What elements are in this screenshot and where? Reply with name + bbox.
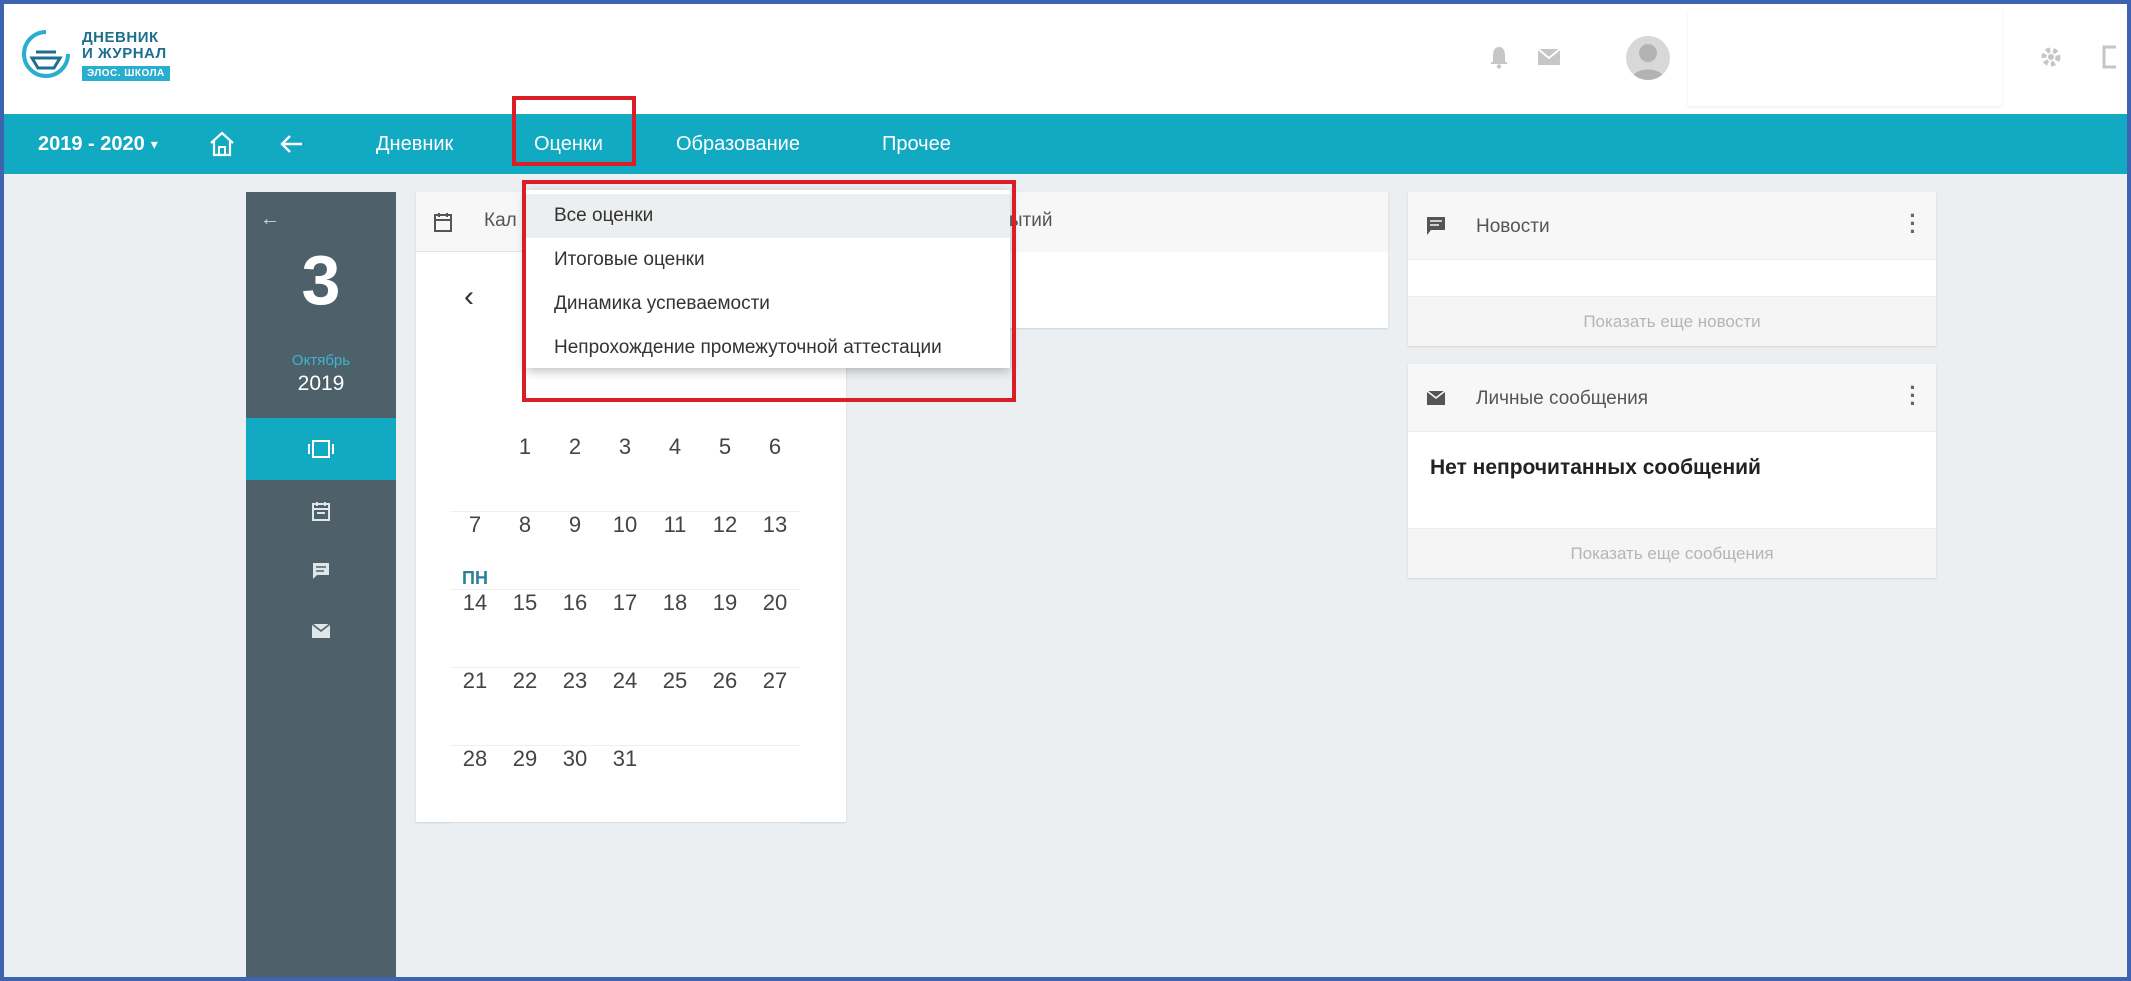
avatar[interactable] <box>1626 36 1670 80</box>
logo-line2: И ЖУРНАЛ <box>82 45 167 62</box>
logo-badge: ЭЛОС. ШКОЛА <box>82 66 170 81</box>
gear-icon[interactable] <box>2034 40 2068 74</box>
back-arrow-icon[interactable] <box>280 114 304 174</box>
sidebar-month: Октябрь <box>291 352 351 369</box>
mail-icon[interactable] <box>1532 40 1566 74</box>
calendar-day[interactable]: 5 <box>700 434 750 512</box>
calendar-icon <box>434 213 452 232</box>
kebab-menu-icon[interactable]: · · · <box>1908 377 1918 415</box>
logo-line1: ДНЕВНИК <box>82 29 159 46</box>
calendar-day[interactable]: 27 <box>750 668 800 746</box>
calendar-day[interactable]: 4 <box>650 434 700 512</box>
calendar-day[interactable]: 19 <box>700 590 750 668</box>
messages-title: Личные сообщения <box>1476 388 1649 409</box>
sidebar-year: 2019 <box>297 372 345 395</box>
calendar-empty-cell <box>450 434 500 512</box>
sidebar-day: 3 <box>301 241 341 319</box>
comment-icon <box>1427 217 1445 235</box>
calendar-day[interactable]: 13 <box>750 512 800 590</box>
calendar-week-row: 14 15 16 17 18 19 20 <box>450 590 800 668</box>
calendar-day[interactable]: 14 <box>450 590 500 668</box>
nav-education[interactable]: Образование <box>676 114 800 174</box>
calendar-week-row: 21 22 23 24 25 26 27 <box>450 668 800 746</box>
calendar-day[interactable]: 22 <box>500 668 550 746</box>
calendar-day[interactable]: 12 <box>700 512 750 590</box>
sidebar-dashboard-button[interactable] <box>246 418 396 480</box>
calendar-day[interactable]: 17 <box>600 590 650 668</box>
calendar-day[interactable]: 16 <box>550 590 600 668</box>
show-more-messages-button[interactable]: Показать еще сообщения <box>1408 528 1936 578</box>
calendar-empty-cell <box>650 746 700 824</box>
news-card-header: Новости · · · <box>1408 192 1936 260</box>
main-nav: 2019 - 2020 ▾ Дневник Оценки Образование… <box>4 114 2127 174</box>
calendar-empty-cell <box>700 746 750 824</box>
sidebar-mail-button[interactable] <box>246 600 396 662</box>
calendar-day[interactable]: 3 <box>600 434 650 512</box>
year-select-value: 2019 - 2020 <box>38 132 145 155</box>
calendar-day[interactable]: 2 <box>550 434 600 512</box>
nav-diary[interactable]: Дневник <box>376 114 453 174</box>
calendar-day[interactable]: 1 <box>500 434 550 512</box>
calendar-day[interactable]: 6 <box>750 434 800 512</box>
calendar-day[interactable]: 20 <box>750 590 800 668</box>
home-icon[interactable] <box>208 114 236 174</box>
calendar-week-row: 28 29 30 31 <box>450 746 800 824</box>
calendar-day[interactable]: 26 <box>700 668 750 746</box>
calendar-icon <box>312 502 330 521</box>
calendar-day[interactable]: 9 <box>550 512 600 590</box>
top-header: ДНЕВНИК И ЖУРНАЛ ЭЛОС. ШКОЛА <box>4 4 2127 114</box>
sidebar: ← 3 Октябрь 2019 <box>246 192 396 977</box>
calendar-day[interactable]: 10 <box>600 512 650 590</box>
calendar-day[interactable]: 23 <box>550 668 600 746</box>
calendar-day[interactable]: 24 <box>600 668 650 746</box>
calendar-week-row: 7 8 9 10 11 12 13 <box>450 512 800 590</box>
news-card: Новости · · · Показать еще новости <box>1408 192 1936 346</box>
calendar-day[interactable]: 29 <box>500 746 550 824</box>
calendar-day[interactable]: 21 <box>450 668 500 746</box>
calendar-week-row: 123456 <box>450 434 800 512</box>
calendar-grid: 1 2 3 4 5 6 7 8 9 10 11 12 13 14 15 16 17 18 19 20 21 22 23 24 2… <box>450 434 800 824</box>
logout-icon[interactable] <box>2096 40 2127 74</box>
messages-card-header: Личные сообщения · · · <box>1408 364 1936 432</box>
app-window: ДНЕВНИК И ЖУРНАЛ ЭЛОС. ШКОЛА 2019 - 2020… <box>0 0 2131 981</box>
calendar-day[interactable]: 15 <box>500 590 550 668</box>
caret-down-icon: ▾ <box>150 135 158 152</box>
calendar-day[interactable]: 18 <box>650 590 700 668</box>
calendar-day[interactable]: 25 <box>650 668 700 746</box>
calendar-day[interactable]: 11 <box>650 512 700 590</box>
news-title: Новости <box>1476 216 1550 237</box>
calendar-day[interactable]: 7 <box>450 512 500 590</box>
menu-highlight-box <box>522 180 1016 402</box>
sidebar-news-button[interactable] <box>246 540 396 602</box>
nav-other[interactable]: Прочее <box>882 114 951 174</box>
calendar-day[interactable]: 28 <box>450 746 500 824</box>
year-select[interactable]: 2019 - 2020 ▾ <box>38 114 158 174</box>
envelope-icon <box>312 624 330 638</box>
sidebar-calendar-button[interactable] <box>246 480 396 542</box>
bell-icon[interactable] <box>1482 40 1516 74</box>
calendar-day[interactable]: 8 <box>500 512 550 590</box>
messages-card: Личные сообщения · · · Нет непрочитанных с… <box>1408 364 1936 578</box>
comment-icon <box>313 563 329 579</box>
calendar-empty-cell <box>750 746 800 824</box>
envelope-icon <box>1426 390 1446 405</box>
grades-highlight-box <box>512 96 636 166</box>
user-menu-box[interactable] <box>1688 10 2002 106</box>
logo-text: ДНЕВНИК И ЖУРНАЛ <box>82 30 167 62</box>
sidebar-back-icon[interactable]: ← <box>260 208 280 231</box>
calendar-day[interactable]: 31 <box>600 746 650 824</box>
calendar-day[interactable]: 30 <box>550 746 600 824</box>
calendar-title: Кал <box>484 210 517 231</box>
kebab-menu-icon[interactable]: · · · <box>1908 205 1918 243</box>
show-more-news-button[interactable]: Показать еще новости <box>1408 296 1936 346</box>
logo-icon <box>22 30 70 78</box>
calendar-prev-icon[interactable]: ‹ <box>464 280 474 314</box>
logo[interactable]: ДНЕВНИК И ЖУРНАЛ ЭЛОС. ШКОЛА <box>20 26 200 88</box>
no-messages-text: Нет непрочитанных сообщений <box>1430 456 1761 479</box>
slides-icon <box>308 440 334 458</box>
